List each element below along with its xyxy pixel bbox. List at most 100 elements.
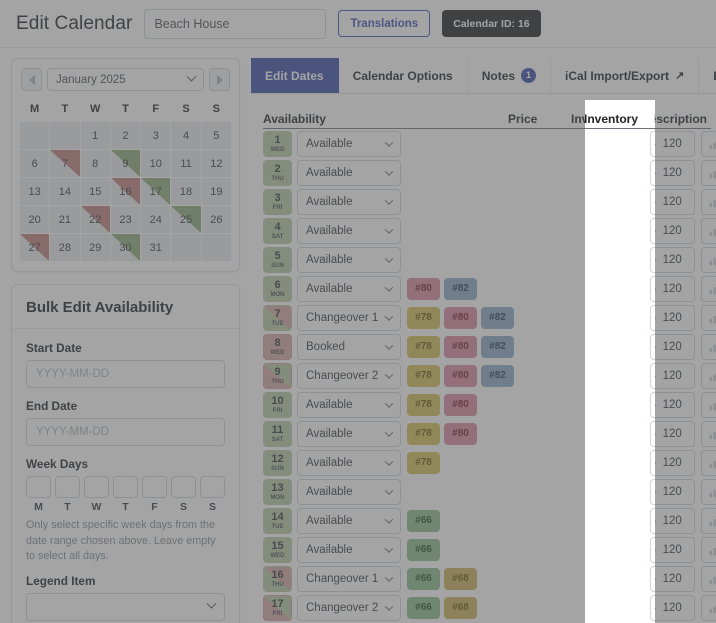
calendar-day-16[interactable]: 16 (110, 178, 141, 205)
calendar-day-28[interactable]: 28 (50, 234, 80, 261)
week-day-checkbox-3[interactable] (113, 476, 138, 498)
day-badge-6[interactable]: 6 MON (263, 275, 292, 302)
calendar-day-20[interactable]: 20 (20, 206, 50, 233)
calendar-day-18[interactable]: 18 (171, 178, 201, 205)
calendar-day-19[interactable]: 19 (201, 178, 231, 205)
translations-button[interactable]: Translations (338, 10, 431, 37)
inventory-input-1[interactable]: 3 (700, 130, 716, 157)
calendar-day-6[interactable]: 6 (20, 150, 50, 177)
calendar-day-30[interactable]: 30 (110, 234, 141, 261)
booking-tag-80[interactable]: #80 (444, 306, 477, 329)
calendar-day-15[interactable]: 15 (80, 178, 110, 205)
calendar-day-5[interactable]: 5 (201, 122, 231, 149)
price-input-10[interactable]: 120 (649, 391, 655, 418)
month-select[interactable]: January 2025 (47, 68, 204, 91)
booking-tag-78[interactable]: #78 (407, 335, 440, 358)
booking-tag-78[interactable]: #78 (407, 393, 440, 416)
calendar-day-17[interactable]: 17 (141, 178, 171, 205)
tab-ical-import-export[interactable]: iCal Import/Export ↗ (551, 58, 700, 93)
inventory-input-17[interactable]: 1 (700, 594, 716, 621)
availability-select-5[interactable]: Available (297, 246, 401, 273)
calendar-day-29[interactable]: 29 (80, 234, 110, 261)
inventory-input-2[interactable]: 3 (700, 159, 716, 186)
week-day-checkbox-1[interactable] (55, 476, 80, 498)
prev-month-button[interactable] (21, 68, 42, 91)
booking-tag-66[interactable]: #66 (407, 596, 440, 619)
inventory-input-16[interactable]: 0 (700, 565, 716, 592)
calendar-day-27[interactable]: 27 (20, 234, 50, 261)
inventory-input-11[interactable]: 2 (700, 420, 716, 447)
booking-tag-66[interactable]: #66 (407, 567, 440, 590)
availability-select-13[interactable]: Available (297, 478, 401, 505)
day-badge-5[interactable]: 5 SUN (263, 246, 292, 273)
price-input-9[interactable]: 120 (649, 362, 655, 389)
availability-select-15[interactable]: Available (297, 536, 401, 563)
price-input-6[interactable]: 120 (649, 275, 655, 302)
price-input-13[interactable]: 120 (649, 478, 655, 505)
day-badge-15[interactable]: 15 WED (263, 536, 292, 563)
booking-tag-82[interactable]: #82 (481, 335, 514, 358)
day-badge-8[interactable]: 8 WED (263, 333, 292, 360)
booking-tag-78[interactable]: #78 (407, 364, 440, 387)
booking-tag-80[interactable]: #80 (444, 335, 477, 358)
calendar-day-1[interactable]: 1 (80, 122, 110, 149)
inventory-input-4[interactable]: 3 (700, 217, 716, 244)
calendar-day-4[interactable]: 4 (171, 122, 201, 149)
tab-edit-dates[interactable]: Edit Dates (251, 58, 339, 93)
week-day-checkbox-2[interactable] (84, 476, 109, 498)
inventory-input-9[interactable]: 1 (700, 362, 716, 389)
price-input-12[interactable]: 120 (649, 449, 655, 476)
availability-select-6[interactable]: Available (297, 275, 401, 302)
booking-tag-80[interactable]: #80 (444, 422, 477, 445)
price-input-5[interactable]: 120 (649, 246, 655, 273)
inventory-input-10[interactable]: 1 (700, 391, 716, 418)
day-badge-4[interactable]: 4 SAT (263, 217, 292, 244)
price-input-3[interactable]: 120 (649, 188, 655, 215)
availability-select-7[interactable]: Changeover 1 (297, 304, 401, 331)
next-month-button[interactable] (209, 68, 230, 91)
inventory-input-5[interactable]: 3 (700, 246, 716, 273)
availability-select-3[interactable]: Available (297, 188, 401, 215)
price-input-17[interactable]: 120 (649, 594, 655, 621)
day-badge-10[interactable]: 10 FRI (263, 391, 292, 418)
calendar-day-24[interactable]: 24 (141, 206, 171, 233)
calendar-day-9[interactable]: 9 (110, 150, 141, 177)
availability-select-1[interactable]: Available (297, 130, 401, 157)
calendar-day-12[interactable]: 12 (201, 150, 231, 177)
calendar-day-14[interactable]: 14 (50, 178, 80, 205)
day-badge-3[interactable]: 3 FRI (263, 188, 292, 215)
price-input-4[interactable]: 120 (649, 217, 655, 244)
price-input-8[interactable]: 120 (649, 333, 655, 360)
calendar-day-10[interactable]: 10 (141, 150, 171, 177)
day-badge-16[interactable]: 16 THU (263, 565, 292, 592)
inventory-input-14[interactable]: 1 (700, 507, 716, 534)
booking-tag-68[interactable]: #68 (444, 567, 477, 590)
day-badge-1[interactable]: 1 WED (263, 130, 292, 157)
calendar-day-7[interactable]: 7 (50, 150, 80, 177)
price-input-2[interactable]: 120 (649, 159, 655, 186)
week-day-checkbox-5[interactable] (171, 476, 196, 498)
booking-tag-66[interactable]: #66 (407, 509, 440, 532)
price-input-15[interactable]: 120 (649, 536, 655, 563)
calendar-day-23[interactable]: 23 (110, 206, 141, 233)
price-input-11[interactable]: 120 (649, 420, 655, 447)
availability-select-10[interactable]: Available (297, 391, 401, 418)
day-badge-17[interactable]: 17 FRI (263, 594, 292, 621)
calendar-name-input[interactable] (144, 8, 327, 39)
day-badge-13[interactable]: 13 MON (263, 478, 292, 505)
calendar-day-3[interactable]: 3 (141, 122, 171, 149)
price-input-7[interactable]: 120 (649, 304, 655, 331)
week-day-checkbox-0[interactable] (26, 476, 51, 498)
tab-calendar-options[interactable]: Calendar Options (339, 58, 468, 93)
day-badge-9[interactable]: 9 THU (263, 362, 292, 389)
inventory-input-3[interactable]: 3 (700, 188, 716, 215)
calendar-day-2[interactable]: 2 (110, 122, 141, 149)
booking-tag-78[interactable]: #78 (407, 451, 440, 474)
availability-select-12[interactable]: Available (297, 449, 401, 476)
availability-select-4[interactable]: Available (297, 217, 401, 244)
day-badge-11[interactable]: 11 SAT (263, 420, 292, 447)
week-day-checkbox-4[interactable] (142, 476, 167, 498)
inventory-input-13[interactable]: 3 (700, 478, 716, 505)
booking-tag-80[interactable]: #80 (444, 393, 477, 416)
price-input-1[interactable]: 120 (649, 130, 655, 157)
